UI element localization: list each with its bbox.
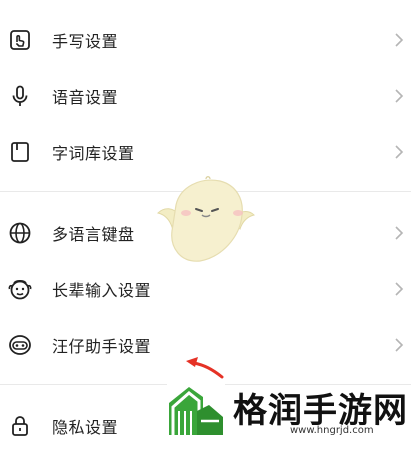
mascot-illustration — [148, 175, 260, 267]
menu-item-label: 汪仔助手设置 — [52, 337, 152, 356]
chevron-right-icon — [393, 281, 405, 297]
menu-item-voice[interactable]: 语音设置 — [0, 68, 411, 124]
microphone-icon — [7, 83, 33, 109]
menu-item-label: 语音设置 — [52, 88, 119, 107]
menu-item-label: 多语言键盘 — [52, 225, 135, 244]
chevron-right-icon — [393, 88, 405, 104]
menu-item-label: 手写设置 — [52, 32, 119, 51]
watermark: 格润手游网 www.hngrjd.com — [165, 379, 411, 441]
handwrite-icon — [7, 27, 33, 53]
chevron-right-icon — [393, 144, 405, 160]
chevron-right-icon — [393, 225, 405, 241]
menu-item-label: 长辈输入设置 — [52, 281, 152, 300]
site-logo — [167, 381, 225, 437]
menu-item-lexicon[interactable]: 字词库设置 — [0, 124, 411, 180]
globe-icon — [7, 220, 33, 246]
menu-item-label: 隐私设置 — [52, 418, 119, 437]
watermark-url: www.hngrjd.com — [287, 425, 377, 436]
puppy-icon — [7, 332, 33, 358]
menu-item-elder-input[interactable]: 长辈输入设置 — [0, 261, 411, 317]
elder-face-icon — [7, 276, 33, 302]
lock-icon — [7, 413, 33, 439]
chevron-right-icon — [393, 32, 405, 48]
pointer-arrow-icon — [182, 355, 224, 381]
book-icon — [7, 139, 33, 165]
menu-item-handwrite[interactable]: 手写设置 — [0, 12, 411, 68]
chevron-right-icon — [393, 337, 405, 353]
menu-item-label: 字词库设置 — [52, 144, 135, 163]
